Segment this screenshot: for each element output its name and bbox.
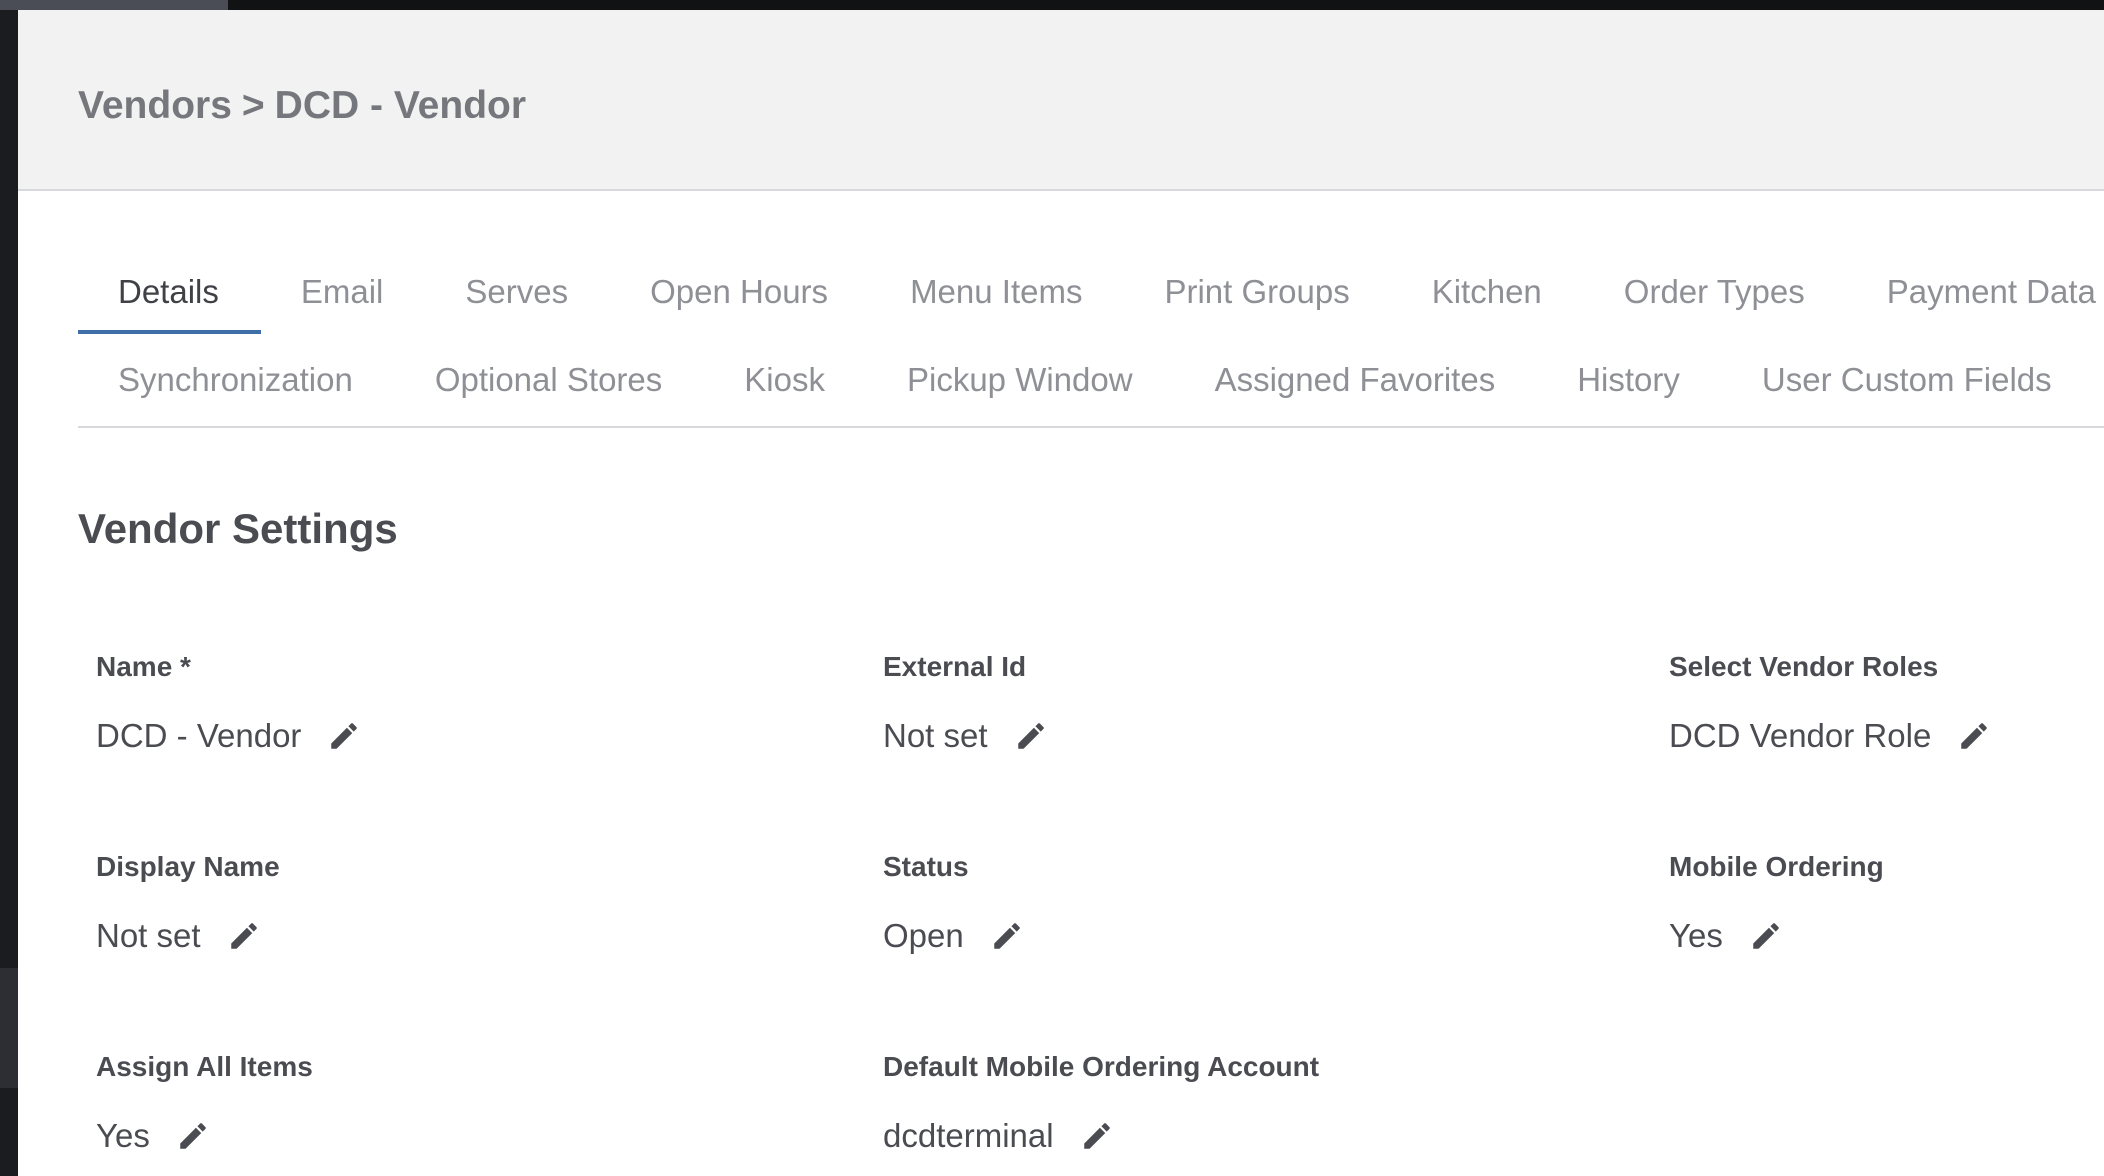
field-name: Name * DCD - Vendor — [96, 647, 361, 761]
tab-serves[interactable]: Serves — [425, 270, 610, 334]
field-label-external-id: External Id — [883, 651, 1027, 682]
pencil-icon[interactable] — [1014, 719, 1048, 753]
tab-optional-stores[interactable]: Optional Stores — [395, 358, 704, 422]
tab-kitchen[interactable]: Kitchen — [1392, 270, 1584, 334]
field-value-mobile-ordering: Yes — [1669, 917, 1723, 954]
section-title: Vendor Settings — [78, 505, 398, 552]
field-label-vendor-roles: Select Vendor Roles — [1669, 651, 1939, 682]
field-default-mobile-account: Default Mobile Ordering Account dcdtermi… — [883, 1047, 1319, 1161]
page-header: Vendors > DCD - Vendor — [18, 10, 2104, 191]
breadcrumb-current: DCD - Vendor — [274, 84, 527, 127]
sidebar-rail-marker — [0, 968, 18, 1088]
pencil-icon[interactable] — [327, 719, 361, 753]
field-value-display-name: Not set — [96, 917, 201, 954]
window-top-tab — [0, 0, 228, 10]
tab-synchronization[interactable]: Synchronization — [78, 358, 395, 422]
field-value-status: Open — [883, 917, 964, 954]
field-label-display-name: Display Name — [96, 851, 280, 882]
tab-assigned-favorites[interactable]: Assigned Favorites — [1175, 358, 1538, 422]
pencil-icon[interactable] — [990, 919, 1024, 953]
field-label-status: Status — [883, 851, 969, 882]
field-label-default-mobile-account: Default Mobile Ordering Account — [883, 1051, 1320, 1082]
breadcrumb-separator-icon: > — [241, 84, 265, 127]
pencil-icon[interactable] — [1749, 919, 1783, 953]
pencil-icon[interactable] — [1957, 719, 1991, 753]
tab-payment-data[interactable]: Payment Data — [1847, 270, 2104, 334]
tab-row-1: Details Email Serves Open Hours Menu Ite… — [78, 270, 2104, 334]
field-value-external-id: Not set — [883, 717, 988, 754]
tabs-divider — [78, 426, 2104, 428]
field-value-assign-all-items: Yes — [96, 1117, 150, 1154]
field-value-name: DCD - Vendor — [96, 717, 302, 754]
field-display-name: Display Name Not set — [96, 847, 280, 961]
tab-bar: Details Email Serves Open Hours Menu Ite… — [78, 250, 2104, 430]
pencil-icon[interactable] — [227, 919, 261, 953]
field-value-default-mobile-account: dcdterminal — [883, 1117, 1054, 1154]
tab-history[interactable]: History — [1537, 358, 1722, 422]
field-label-mobile-ordering: Mobile Ordering — [1669, 851, 1884, 882]
field-vendor-roles: Select Vendor Roles DCD Vendor Role — [1669, 647, 1991, 761]
field-label-name: Name * — [96, 651, 191, 682]
field-assign-all-items: Assign All Items Yes — [96, 1047, 313, 1161]
tab-details[interactable]: Details — [78, 270, 261, 334]
pencil-icon[interactable] — [176, 1119, 210, 1153]
tab-order-types[interactable]: Order Types — [1584, 270, 1847, 334]
tab-open-hours[interactable]: Open Hours — [610, 270, 870, 334]
field-label-assign-all-items: Assign All Items — [96, 1051, 313, 1082]
field-mobile-ordering: Mobile Ordering Yes — [1669, 847, 1884, 961]
field-status: Status Open — [883, 847, 1024, 961]
window-top-bar — [0, 0, 2104, 10]
breadcrumb: Vendors > DCD - Vendor — [78, 84, 526, 128]
pencil-icon[interactable] — [1080, 1119, 1114, 1153]
breadcrumb-parent-link[interactable]: Vendors — [78, 84, 232, 128]
field-value-vendor-roles: DCD Vendor Role — [1669, 717, 1932, 754]
tab-pickup-window[interactable]: Pickup Window — [867, 358, 1175, 422]
field-external-id: External Id Not set — [883, 647, 1048, 761]
tab-user-custom-fields[interactable]: User Custom Fields — [1722, 358, 2094, 422]
tab-kiosk[interactable]: Kiosk — [704, 358, 867, 422]
tab-print-groups[interactable]: Print Groups — [1124, 270, 1391, 334]
left-sidebar-rail — [0, 10, 18, 1176]
tab-email[interactable]: Email — [261, 270, 426, 334]
tab-row-2: Synchronization Optional Stores Kiosk Pi… — [78, 358, 2094, 422]
tab-menu-items[interactable]: Menu Items — [870, 270, 1124, 334]
